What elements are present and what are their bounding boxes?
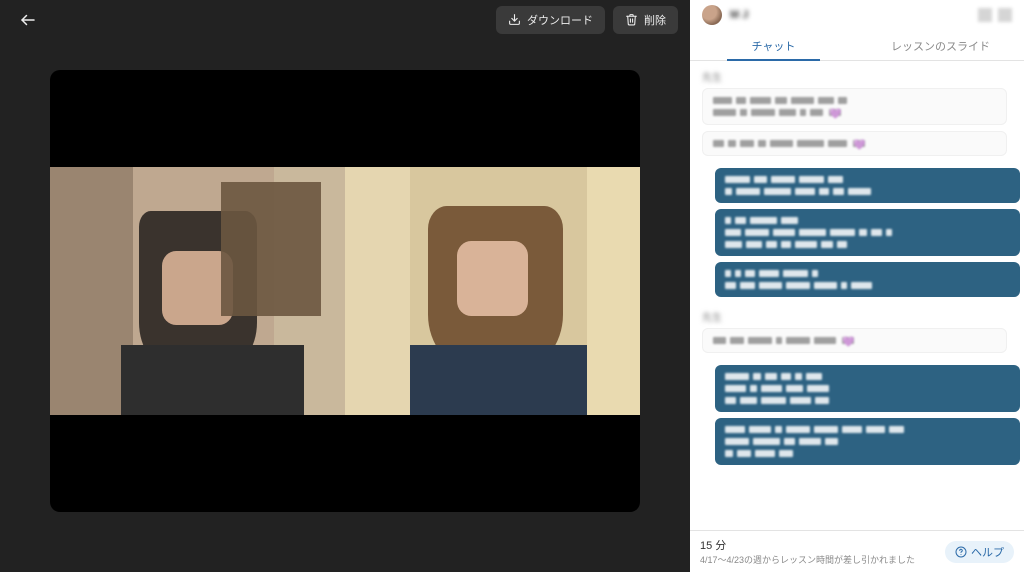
- video-frame[interactable]: [50, 70, 640, 513]
- footer-text: 15 分 4/17〜4/23の週からレッスン時間が差し引かれました: [700, 537, 935, 566]
- chat-scroll[interactable]: 先生 💜 💜 先生 💜: [690, 61, 1024, 530]
- heart-icon: 💜: [842, 337, 854, 344]
- download-button[interactable]: ダウンロード: [496, 6, 605, 34]
- video-wrap: [0, 40, 690, 572]
- download-label: ダウンロード: [527, 12, 593, 28]
- tab-slides-label: レッスンのスライド: [891, 41, 990, 53]
- app-root: ダウンロード 削除: [0, 0, 1024, 572]
- tabs: チャット レッスンのスライド: [690, 30, 1024, 61]
- tab-chat-label: チャット: [752, 41, 796, 53]
- user-name: M J: [730, 9, 748, 21]
- duration-label: 15 分: [700, 537, 935, 553]
- message-sender: 先生: [702, 309, 722, 324]
- heart-icon: 💜: [853, 140, 865, 147]
- chat-bubble[interactable]: 💜: [702, 131, 1007, 156]
- chat-bubble[interactable]: [715, 168, 1020, 203]
- delete-label: 削除: [644, 12, 666, 28]
- chat-bubble[interactable]: [715, 365, 1020, 412]
- participant-right: [345, 167, 640, 415]
- footer-note: 4/17〜4/23の週からレッスン時間が差し引かれました: [700, 553, 935, 566]
- chat-bubble[interactable]: 💜: [702, 88, 1007, 125]
- help-button[interactable]: ヘルプ: [945, 541, 1014, 563]
- tab-slides[interactable]: レッスンのスライド: [857, 30, 1024, 60]
- message-group: [702, 365, 1020, 465]
- delete-button[interactable]: 削除: [613, 6, 678, 34]
- message-group: 先生 💜 💜: [702, 69, 1020, 156]
- video-row: [50, 167, 640, 415]
- side-panel: M J チャット レッスンのスライド 先生 💜 💜 先生 💜 15 分 4/17〜4/2…: [690, 0, 1024, 572]
- chat-bubble[interactable]: 💜: [702, 328, 1007, 353]
- message-sender: 先生: [702, 69, 722, 84]
- video-panel: ダウンロード 削除: [0, 0, 690, 572]
- message-group: 先生 💜: [702, 309, 1020, 353]
- heart-icon: 💜: [829, 109, 841, 116]
- side-header: M J: [690, 0, 1024, 30]
- tab-chat[interactable]: チャット: [690, 30, 857, 60]
- header-icons: [978, 8, 1012, 22]
- message-group: [702, 168, 1020, 297]
- chat-bubble[interactable]: [715, 418, 1020, 465]
- chat-bubble[interactable]: [715, 262, 1020, 297]
- help-label: ヘルプ: [971, 544, 1004, 560]
- footer: 15 分 4/17〜4/23の週からレッスン時間が差し引かれました ヘルプ: [690, 530, 1024, 572]
- arrow-left-icon: [19, 11, 37, 29]
- avatar[interactable]: [702, 5, 722, 25]
- back-button[interactable]: [12, 4, 44, 36]
- help-icon: [955, 546, 967, 558]
- trash-icon: [625, 13, 638, 26]
- download-icon: [508, 13, 521, 26]
- participant-left: [50, 167, 345, 415]
- video-toolbar: ダウンロード 削除: [0, 0, 690, 40]
- chat-bubble[interactable]: [715, 209, 1020, 256]
